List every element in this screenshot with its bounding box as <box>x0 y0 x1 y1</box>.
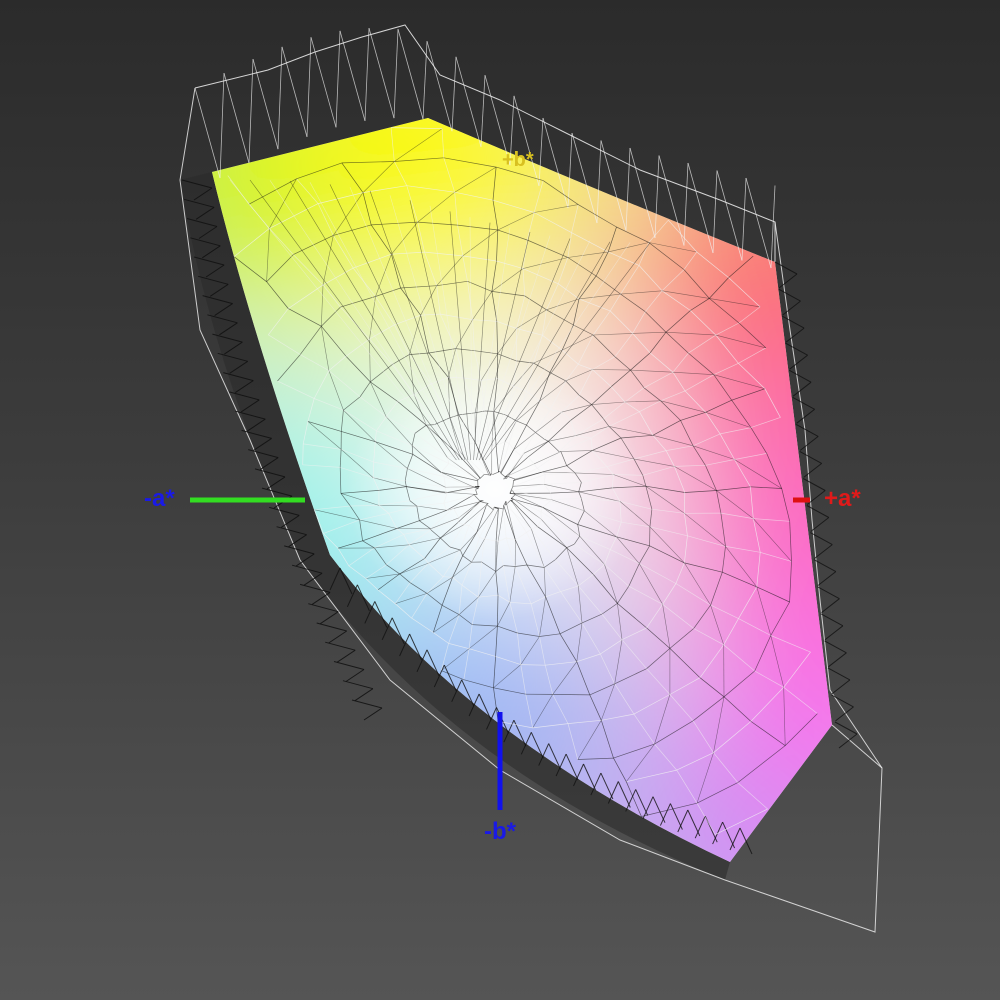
pos-b-axis-label: +b* <box>502 149 534 171</box>
pos-a-axis-label: +a* <box>824 485 861 512</box>
neg-b-axis-label: -b* <box>484 818 516 845</box>
neg-a-axis-label: -a* <box>144 485 175 512</box>
